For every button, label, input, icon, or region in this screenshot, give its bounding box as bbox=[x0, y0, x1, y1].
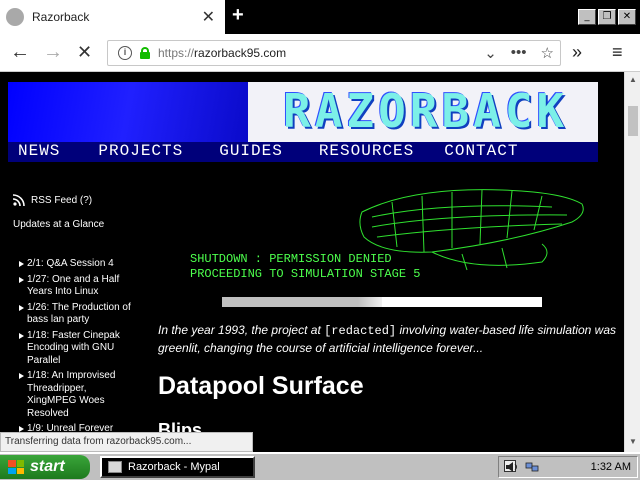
network-icon[interactable] bbox=[525, 461, 539, 473]
page-viewport: RAZORBACK NEWS PROJECTS GUIDES RESOURCES… bbox=[0, 72, 624, 452]
stop-loading-icon[interactable]: ✕ bbox=[77, 42, 92, 63]
address-bar[interactable]: i https:// razorback95.com ⌄ ••• ☆ bbox=[107, 40, 561, 66]
navigation-bar: ← → ✕ i https:// razorback95.com ⌄ ••• ☆… bbox=[0, 34, 640, 72]
site-banner: RAZORBACK bbox=[8, 82, 598, 142]
menu-guides[interactable]: GUIDES bbox=[209, 142, 283, 162]
close-tab-icon[interactable]: ✕ bbox=[202, 7, 215, 27]
list-item[interactable]: 2/1: Q&A Session 4 bbox=[17, 258, 135, 271]
menu-projects[interactable]: PROJECTS bbox=[88, 142, 183, 162]
status-line-1: SHUTDOWN : PERMISSION DENIED bbox=[190, 252, 392, 266]
windows-logo-icon bbox=[8, 460, 24, 474]
info-icon[interactable]: i bbox=[118, 46, 132, 60]
sidebar: RSS Feed (?) Updates at a Glance bbox=[13, 194, 148, 230]
forward-arrow-icon[interactable]: → bbox=[43, 41, 63, 64]
url-protocol: https:// bbox=[158, 46, 195, 60]
list-item[interactable]: 1/18: An Improvised Threadripper, XingMP… bbox=[17, 370, 135, 420]
tab-title: Razorback bbox=[32, 10, 90, 24]
progress-bar bbox=[222, 297, 542, 307]
overflow-chevron-icon[interactable]: » bbox=[572, 42, 582, 63]
updates-list: 2/1: Q&A Session 4 1/27: One and a Half … bbox=[17, 258, 135, 439]
browser-status-bar: Transferring data from razorback95.com..… bbox=[0, 432, 253, 452]
page-heading: Datapool Surface bbox=[158, 372, 364, 400]
status-line-2: PROCEEDING TO SIMULATION STAGE 5 bbox=[190, 267, 421, 281]
rss-icon bbox=[13, 194, 25, 206]
url-host: razorback95.com bbox=[194, 46, 287, 60]
window-controls: _ ❐ ✕ bbox=[578, 9, 636, 25]
progress-fill bbox=[222, 297, 382, 307]
scroll-up-icon[interactable]: ▲ bbox=[627, 74, 639, 86]
taskbar-window-label: Razorback - Mypal bbox=[128, 461, 220, 473]
hamburger-menu-icon[interactable]: ≡ bbox=[612, 42, 623, 63]
taskbar-window-button[interactable]: Razorback - Mypal bbox=[100, 456, 255, 478]
system-tray: 1:32 AM bbox=[498, 456, 638, 478]
lock-icon bbox=[140, 47, 150, 59]
taskbar: start Razorback - Mypal 1:32 AM bbox=[0, 452, 640, 480]
redacted-text: [redacted] bbox=[324, 324, 397, 338]
menu-news[interactable]: NEWS bbox=[8, 142, 60, 162]
clock[interactable]: 1:32 AM bbox=[591, 461, 631, 473]
browser-tab[interactable]: Razorback ✕ bbox=[0, 0, 225, 34]
menu-resources[interactable]: RESOURCES bbox=[309, 142, 414, 162]
start-button[interactable]: start bbox=[0, 455, 90, 479]
scroll-thumb[interactable] bbox=[628, 106, 638, 136]
rss-feed-link[interactable]: RSS Feed (?) bbox=[13, 194, 148, 206]
updates-heading: Updates at a Glance bbox=[13, 219, 105, 230]
intro-text-a: In the year 1993, the project at bbox=[158, 323, 325, 337]
status-message: SHUTDOWN : PERMISSION DENIED PROCEEDING … bbox=[190, 252, 420, 282]
site-logo[interactable]: RAZORBACK bbox=[283, 84, 568, 138]
scroll-down-icon[interactable]: ▼ bbox=[627, 436, 639, 448]
page-actions-icon[interactable]: ••• bbox=[511, 44, 527, 62]
volume-icon[interactable] bbox=[505, 461, 519, 473]
back-arrow-icon[interactable]: ← bbox=[10, 41, 30, 64]
browser-app-icon bbox=[108, 461, 122, 473]
start-label: start bbox=[30, 458, 65, 475]
minimize-icon[interactable]: _ bbox=[578, 9, 596, 25]
close-window-icon[interactable]: ✕ bbox=[618, 9, 636, 25]
restore-icon[interactable]: ❐ bbox=[598, 9, 616, 25]
dropdown-icon[interactable]: ⌄ bbox=[484, 44, 497, 62]
bookmark-star-icon[interactable]: ☆ bbox=[541, 44, 554, 62]
list-item[interactable]: 1/27: One and a Half Years Into Linux bbox=[17, 274, 135, 299]
list-item[interactable]: 1/26: The Production of bass lan party bbox=[17, 302, 135, 327]
rss-label: RSS Feed (?) bbox=[31, 194, 93, 206]
new-tab-button[interactable]: + bbox=[232, 4, 244, 27]
vertical-scrollbar[interactable]: ▲ ▼ bbox=[624, 72, 640, 452]
intro-paragraph: In the year 1993, the project at [redact… bbox=[158, 322, 618, 357]
favicon-icon bbox=[6, 8, 24, 26]
menu-contact[interactable]: CONTACT bbox=[434, 142, 518, 162]
site-menu: NEWS PROJECTS GUIDES RESOURCES CONTACT bbox=[8, 142, 598, 162]
list-item[interactable]: 1/18: Faster Cinepak Encoding with GNU P… bbox=[17, 330, 135, 368]
tab-bar: Razorback ✕ + _ ❐ ✕ bbox=[0, 0, 640, 34]
